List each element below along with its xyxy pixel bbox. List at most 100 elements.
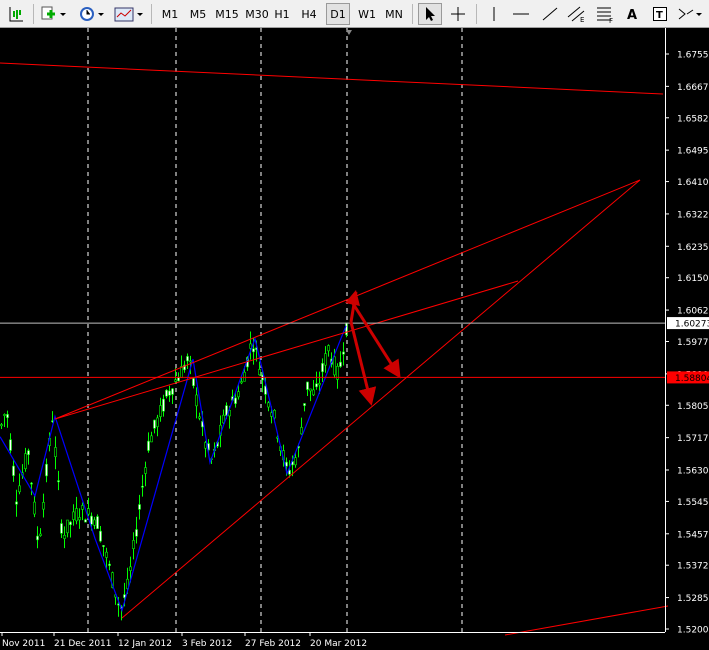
- cursor-icon[interactable]: [418, 3, 442, 25]
- candle-body: [90, 515, 93, 525]
- vertical-line-icon[interactable]: [482, 3, 506, 25]
- time-tick-label: 21 Dec 2011: [54, 639, 112, 649]
- timeframe-h4[interactable]: H4: [297, 3, 321, 25]
- candle-body: [15, 501, 18, 505]
- candle-body: [96, 516, 99, 529]
- candle-body: [87, 508, 90, 515]
- candle-body: [69, 521, 72, 526]
- text-icon[interactable]: A: [620, 3, 644, 25]
- fibonacci-icon[interactable]: F: [592, 3, 618, 25]
- timeframe-m5[interactable]: M5: [185, 3, 211, 25]
- new-chart-icon[interactable]: [3, 3, 29, 25]
- candle-body: [156, 417, 159, 427]
- candle-body: [177, 377, 180, 382]
- price-tick-label: 1.60625: [677, 307, 709, 317]
- timeframe-m15[interactable]: M15: [213, 3, 241, 25]
- candle-body: [189, 360, 192, 363]
- time-tick-label: 3 Feb 2012: [182, 639, 232, 649]
- candle-body: [93, 519, 96, 526]
- price-tick-label: 1.64950: [677, 147, 709, 157]
- price-tick-label: 1.52000: [677, 626, 709, 636]
- indicators-icon[interactable]: [113, 3, 145, 25]
- candle-body: [81, 505, 84, 510]
- clock-icon[interactable]: [76, 3, 106, 25]
- time-tick-label: Nov 2011: [2, 639, 45, 649]
- candle-body: [144, 467, 147, 474]
- candle-body: [147, 440, 150, 451]
- equidistant-channel-icon[interactable]: E: [564, 3, 590, 25]
- candle-body: [345, 322, 348, 336]
- timeframe-mn[interactable]: MN: [381, 3, 407, 25]
- candle-body: [129, 566, 132, 571]
- price-tick-label: 1.56300: [677, 466, 709, 476]
- candle-body: [306, 381, 309, 390]
- candle-body: [321, 363, 324, 373]
- candle-body: [141, 485, 144, 488]
- price-tick-label: 1.59775: [677, 338, 709, 348]
- candle-body: [66, 519, 69, 534]
- candle-body: [39, 533, 42, 536]
- text-label-icon[interactable]: T: [648, 3, 672, 25]
- candle-body: [3, 414, 6, 416]
- candle-body: [204, 442, 207, 449]
- timeframe-d1[interactable]: D1: [326, 3, 350, 25]
- candle-body: [333, 356, 336, 376]
- profiles-icon[interactable]: [38, 3, 68, 25]
- price-tick-label: 1.52850: [677, 594, 709, 604]
- candle-body: [138, 504, 141, 510]
- candle-body: [24, 453, 27, 469]
- candle-body: [240, 381, 243, 384]
- candle-body: [234, 397, 237, 404]
- price-tick-label: 1.67550: [677, 51, 709, 61]
- candle-body: [309, 388, 312, 392]
- candle-body: [159, 405, 162, 417]
- candle-body: [27, 450, 30, 455]
- price-tick-label: 1.55450: [677, 498, 709, 508]
- timeframe-m30[interactable]: M30: [243, 3, 271, 25]
- time-tick-label: 20 Mar 2012: [310, 639, 367, 649]
- trendline-icon[interactable]: [537, 3, 563, 25]
- svg-text:A: A: [627, 8, 637, 22]
- price-tick-label: 1.63225: [677, 210, 709, 220]
- time-tick-label: 27 Feb 2012: [245, 639, 301, 649]
- price-tick-label: 1.54575: [677, 530, 709, 540]
- current-price-label: 1.60273: [675, 320, 709, 330]
- candle-body: [63, 534, 66, 539]
- candle-body: [135, 529, 138, 537]
- arrows-dropdown-icon[interactable]: [675, 3, 705, 25]
- candle-body: [105, 551, 108, 558]
- candle-body: [192, 378, 195, 387]
- candle-body: [9, 439, 12, 451]
- candle-body: [132, 540, 135, 549]
- svg-text:T: T: [656, 10, 663, 21]
- candle-body: [258, 369, 261, 376]
- candle-body: [78, 517, 81, 521]
- candle-body: [186, 356, 189, 362]
- candle-body: [153, 419, 156, 429]
- candle-body: [84, 519, 87, 523]
- timeframe-m1[interactable]: M1: [157, 3, 183, 25]
- time-tick-label: 12 Jan 2012: [118, 639, 172, 649]
- candle-body: [312, 389, 315, 396]
- price-tick-label: 1.62350: [677, 243, 709, 253]
- price-tick-label: 1.61500: [677, 274, 709, 284]
- candle-body: [198, 416, 201, 419]
- candle-body: [162, 398, 165, 412]
- candle-body: [102, 545, 105, 547]
- timeframe-h1[interactable]: H1: [270, 3, 294, 25]
- candle-body: [285, 461, 288, 467]
- price-tick-label: 1.64100: [677, 178, 709, 188]
- timeframe-w1[interactable]: W1: [354, 3, 380, 25]
- level-price-label: 1.58804: [675, 374, 709, 384]
- candle-body: [252, 348, 255, 353]
- candle-body: [237, 391, 240, 398]
- candle-body: [75, 508, 78, 522]
- candle-body: [342, 351, 345, 355]
- candle-body: [288, 470, 291, 475]
- crosshair-icon[interactable]: [446, 3, 470, 25]
- price-chart[interactable]: 1.67550 1.66675 1.65825 1.64950 1.64100 1.632…: [0, 28, 709, 650]
- candle-body: [327, 345, 330, 352]
- horizontal-line-icon[interactable]: [508, 3, 534, 25]
- candle-body: [72, 511, 75, 520]
- svg-text:E: E: [580, 16, 584, 23]
